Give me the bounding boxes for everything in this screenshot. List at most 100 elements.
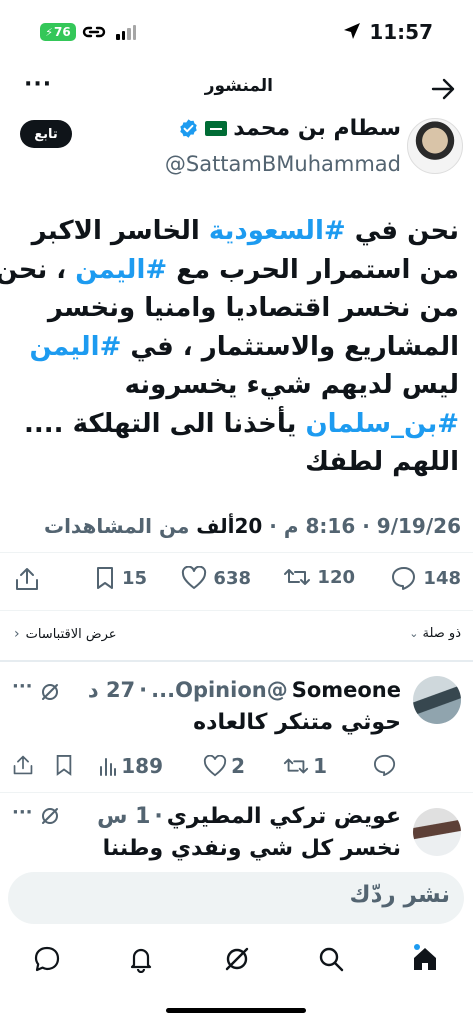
sort-dropdown[interactable]: ذو صلة ⌄ [409, 626, 461, 641]
bookmark-icon [56, 755, 72, 776]
tweet-text-segment: يأخذنا الى التهلكة .... [24, 408, 306, 439]
link-icon [82, 26, 106, 38]
reply-share-action[interactable] [12, 754, 34, 776]
views-count[interactable]: 20ألف [196, 514, 262, 538]
tweet-text-segment: المشاريع والاستثمار ، في [121, 331, 459, 362]
chevron-down-icon: ⌄ [409, 627, 419, 640]
tweet-text-segment: اللهم لطفك [305, 447, 459, 477]
like-action[interactable]: 638 [181, 566, 251, 590]
charging-icon: ⚡ [45, 25, 54, 39]
home-notification-dot [414, 944, 420, 950]
reply-action[interactable]: 148 [391, 566, 461, 590]
tweet-time: 8:16 م [283, 514, 356, 538]
top-header: ··· المنشور [0, 70, 473, 110]
hashtag-link[interactable]: #اليمن [75, 255, 167, 285]
tweet-line: من نخسر اقتصاديا وامنيا ونخسر [9, 289, 459, 328]
tab-messages[interactable] [32, 944, 62, 974]
reply-views-action[interactable]: 189 [99, 754, 163, 778]
reply-views-count: 189 [121, 754, 163, 778]
tab-grok[interactable] [222, 944, 252, 974]
chat-bubble-icon [34, 946, 60, 972]
reply-avatar[interactable] [413, 676, 461, 724]
reply-icon [373, 754, 396, 776]
author-avatar[interactable] [407, 118, 463, 174]
repost-icon [284, 758, 309, 774]
heart-icon [203, 755, 227, 777]
reply-composer[interactable]: نشر ردّك [8, 872, 464, 924]
repost-count: 120 [317, 566, 355, 588]
tab-search[interactable] [316, 944, 346, 974]
like-count: 638 [213, 567, 251, 589]
meta-separator: · [362, 514, 370, 538]
repost-action[interactable]: 120 [283, 566, 355, 588]
tweet-line: المشاريع والاستثمار ، في #اليمن [9, 328, 459, 367]
hashtag-link[interactable]: #السعودية [209, 216, 346, 246]
grok-icon[interactable] [40, 806, 60, 826]
repost-icon [284, 569, 311, 585]
battery-indicator: ⚡ 76 [40, 23, 76, 41]
tweet-line: نحن في #السعودية الخاسر الاكبر [9, 212, 459, 251]
reply-header: Someone @Opinion... · 27 د [88, 678, 401, 702]
tab-notifications[interactable] [126, 944, 156, 974]
reply-author-handle[interactable]: @Opinion... [151, 678, 288, 702]
bookmark-icon [96, 567, 113, 589]
reply-repost-action[interactable]: 1 [283, 754, 327, 778]
share-icon [16, 568, 38, 590]
share-icon [13, 755, 33, 775]
page-title: المنشور [204, 76, 273, 96]
tweet-line: اللهم لطفك [9, 443, 459, 482]
reply-like-count: 2 [231, 754, 245, 778]
more-options-icon[interactable]: ··· [24, 72, 52, 97]
tweet-text-segment: ليس لديهم شيء يخسرونه [124, 370, 459, 400]
reply-age: 1 س [97, 804, 151, 829]
author-name-row[interactable]: سطام بن محمد [178, 116, 401, 141]
reply-like-action[interactable]: 2 [203, 754, 245, 778]
home-indicator [166, 1008, 306, 1013]
heart-icon [182, 566, 207, 589]
saudi-flag-icon [205, 121, 228, 136]
tweet-text-segment: من نخسر اقتصاديا وامنيا ونخسر [47, 293, 459, 323]
status-time: 11:57 [369, 20, 433, 44]
bottom-tab-bar [0, 934, 473, 988]
author-name[interactable]: سطام بن محمد [233, 116, 401, 141]
reply-bookmark-action[interactable] [54, 754, 74, 776]
reply-author-name[interactable]: عويض تركي المطيري [167, 804, 401, 829]
meta-separator: · [269, 514, 277, 538]
tweet-text: نحن في #السعودية الخاسر الاكبر من استمرار… [0, 212, 459, 482]
views-chart-icon [100, 758, 117, 776]
sort-label: ذو صلة [422, 626, 461, 641]
reply-repost-count: 1 [313, 754, 327, 778]
location-arrow-icon [344, 23, 360, 39]
view-quotes-link[interactable]: عرض الاقتباسات ‹ [14, 626, 117, 642]
cellular-signal-icon [116, 24, 136, 40]
bookmark-action[interactable]: 15 [94, 566, 147, 590]
reply-text: نخسر كل شي ونفدي وطننا [102, 836, 401, 861]
tweet-actions: 148 120 638 15 [0, 560, 473, 600]
tweet-line: ليس لديهم شيء يخسرونه [9, 366, 459, 405]
divider [0, 660, 473, 662]
divider [0, 792, 473, 793]
replies-sort-bar: ذو صلة ⌄ عرض الاقتباسات ‹ [0, 624, 473, 646]
grok-icon[interactable] [40, 682, 60, 702]
tweet-line: من استمرار الحرب مع #اليمن ، نحن [0, 251, 459, 290]
tweet-text-segment: ، نحن [0, 254, 76, 285]
reply-reply-action[interactable] [373, 754, 397, 776]
hashtag-link[interactable]: #بن_سلمان [305, 409, 459, 439]
author-handle[interactable]: @SattamBMuhammad [165, 152, 401, 176]
reply-more-icon[interactable]: ··· [12, 802, 33, 823]
tweet-text-segment: نحن في [345, 216, 459, 246]
follow-button[interactable]: تابع [20, 120, 72, 148]
reply-author-name[interactable]: Someone [292, 678, 401, 702]
share-action[interactable] [14, 566, 40, 592]
reply-age: 27 د [87, 678, 136, 702]
tweet-text-segment: من استمرار الحرب مع [167, 254, 459, 285]
hashtag-link[interactable]: #اليمن [29, 332, 121, 362]
view-quotes-label: عرض الاقتباسات [25, 626, 117, 642]
divider [0, 552, 473, 553]
tweet-text-segment: الخاسر الاكبر [31, 216, 209, 246]
meta-separator: · [154, 804, 163, 829]
back-arrow-icon[interactable] [431, 78, 455, 100]
reply-avatar[interactable] [413, 808, 461, 856]
reply-more-icon[interactable]: ··· [12, 676, 33, 697]
reply-icon [392, 567, 416, 590]
